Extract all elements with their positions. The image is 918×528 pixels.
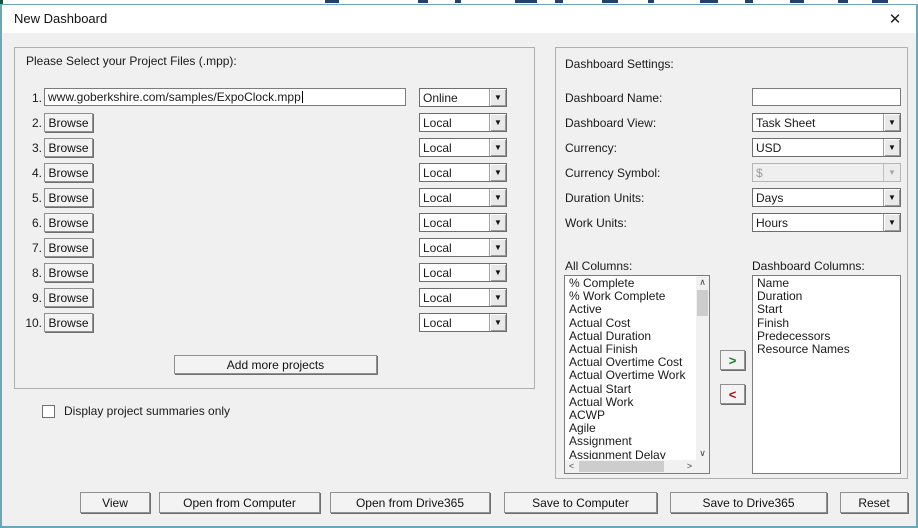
- project-row: 10. Browse Local ▼: [2, 313, 542, 333]
- dashboard-columns-items: Name Duration Start Finish Predecessors Resou…: [754, 277, 899, 472]
- view-button[interactable]: View: [80, 492, 150, 513]
- dashboard-view-label: Dashboard View:: [565, 116, 657, 130]
- chevron-down-icon[interactable]: ▼: [883, 189, 900, 206]
- scroll-right-icon[interactable]: >: [683, 460, 696, 473]
- setting-row-work-units: Work Units: Hours ▼: [2, 213, 918, 232]
- display-summaries-label: Display project summaries only: [64, 404, 231, 418]
- currency-symbol-select: $ ▼: [752, 163, 901, 182]
- title-bar: New Dashboard ✕: [2, 5, 916, 33]
- save-to-drive365-button[interactable]: Save to Drive365: [670, 492, 827, 513]
- setting-row-dashboard-view: Dashboard View: Task Sheet ▼: [2, 113, 918, 132]
- display-summaries-checkbox[interactable]: [42, 404, 55, 418]
- work-units-select[interactable]: Hours ▼: [752, 213, 901, 232]
- currency-select[interactable]: USD ▼: [752, 138, 901, 157]
- all-columns-listbox[interactable]: % Complete% Work Complete Active Actual Co…: [564, 275, 710, 474]
- currency-label: Currency:: [565, 141, 618, 155]
- close-icon[interactable]: ✕: [884, 8, 906, 30]
- dashboard-columns-label: Dashboard Columns:: [752, 259, 865, 273]
- dialog-title: New Dashboard: [14, 11, 108, 26]
- dashboard-name-input[interactable]: [752, 88, 901, 106]
- browse-button[interactable]: Browse: [44, 288, 93, 307]
- open-from-drive365-button[interactable]: Open from Drive365: [330, 492, 490, 513]
- project-source-select[interactable]: Local ▼: [419, 288, 507, 307]
- row-number: 10.: [25, 316, 42, 330]
- summaries-checkbox-row: Display project summaries only: [42, 404, 230, 418]
- scroll-left-icon[interactable]: <: [565, 460, 578, 473]
- setting-row-currency-symbol: Currency Symbol: $ ▼: [2, 163, 918, 182]
- browse-button[interactable]: Browse: [44, 263, 93, 282]
- project-files-section-label: Please Select your Project Files (.mpp):: [26, 54, 237, 68]
- duration-units-label: Duration Units:: [565, 191, 645, 205]
- scroll-up-icon[interactable]: ∧: [696, 276, 709, 289]
- chevron-down-icon[interactable]: ▼: [489, 239, 506, 256]
- chevron-down-icon[interactable]: ▼: [489, 264, 506, 281]
- chevron-down-icon[interactable]: ▼: [883, 214, 900, 231]
- list-item[interactable]: Resource Names: [754, 342, 899, 356]
- chevron-down-icon[interactable]: ▼: [883, 139, 900, 156]
- chevron-down-icon: ▼: [883, 164, 900, 181]
- project-row: 7. Browse Local ▼: [2, 238, 542, 258]
- dashboard-settings-section-label: Dashboard Settings:: [565, 57, 674, 71]
- dashboard-columns-listbox[interactable]: Name Duration Start Finish Predecessors Resou…: [752, 275, 901, 474]
- project-source-select[interactable]: Local ▼: [419, 238, 507, 257]
- list-item[interactable]: Actual Cost: [566, 316, 695, 330]
- list-item[interactable]: Assignment Delay: [566, 448, 695, 459]
- scroll-down-icon[interactable]: ∨: [696, 447, 709, 460]
- new-dashboard-dialog: New Dashboard ✕ Please Select your Proje…: [0, 4, 918, 528]
- list-item[interactable]: Start: [754, 303, 899, 316]
- vertical-scroll-thumb[interactable]: [697, 290, 708, 316]
- browse-button[interactable]: Browse: [44, 238, 93, 257]
- browse-button[interactable]: Browse: [44, 313, 93, 332]
- setting-row-dashboard-name: Dashboard Name:: [2, 88, 918, 107]
- scrollbar-corner: [696, 460, 709, 473]
- save-to-computer-button[interactable]: Save to Computer: [504, 492, 657, 513]
- add-more-projects-button[interactable]: Add more projects: [174, 355, 377, 374]
- work-units-label: Work Units:: [565, 216, 627, 230]
- list-item[interactable]: Actual Start: [566, 382, 695, 396]
- chevron-down-icon[interactable]: ▼: [489, 289, 506, 306]
- dashboard-name-label: Dashboard Name:: [565, 91, 663, 105]
- all-columns-items: % Complete% Work Complete Active Actual Co…: [566, 277, 695, 459]
- project-source-select[interactable]: Local ▼: [419, 313, 507, 332]
- chevron-down-icon[interactable]: ▼: [489, 314, 506, 331]
- dashboard-view-select[interactable]: Task Sheet ▼: [752, 113, 901, 132]
- add-column-button[interactable]: >: [720, 350, 745, 370]
- currency-symbol-label: Currency Symbol:: [565, 166, 661, 180]
- horizontal-scrollbar[interactable]: < >: [565, 460, 696, 473]
- setting-row-duration-units: Duration Units: Days ▼: [2, 188, 918, 207]
- vertical-scrollbar[interactable]: ∧ ∨: [696, 276, 709, 460]
- all-columns-label: All Columns:: [565, 259, 633, 273]
- reset-button[interactable]: Reset: [840, 492, 908, 513]
- screen: New Dashboard ✕ Please Select your Proje…: [0, 0, 918, 528]
- list-item[interactable]: Actual Overtime Work: [566, 369, 695, 382]
- row-number: 9.: [31, 291, 42, 305]
- project-row: 8. Browse Local ▼: [2, 263, 542, 283]
- list-item[interactable]: Finish: [754, 316, 899, 330]
- setting-row-currency: Currency: USD ▼: [2, 138, 918, 157]
- open-from-computer-button[interactable]: Open from Computer: [159, 492, 320, 513]
- remove-column-button[interactable]: <: [720, 384, 745, 404]
- row-number: 7.: [31, 241, 42, 255]
- list-item[interactable]: Active: [566, 303, 695, 316]
- list-item[interactable]: Assignment: [566, 435, 695, 448]
- dialog-body: Please Select your Project Files (.mpp):…: [2, 33, 916, 526]
- chevron-down-icon[interactable]: ▼: [883, 114, 900, 131]
- project-row: 9. Browse Local ▼: [2, 288, 542, 308]
- duration-units-select[interactable]: Days ▼: [752, 188, 901, 207]
- row-number: 8.: [31, 266, 42, 280]
- project-source-select[interactable]: Local ▼: [419, 263, 507, 282]
- horizontal-scroll-thumb[interactable]: [579, 461, 664, 472]
